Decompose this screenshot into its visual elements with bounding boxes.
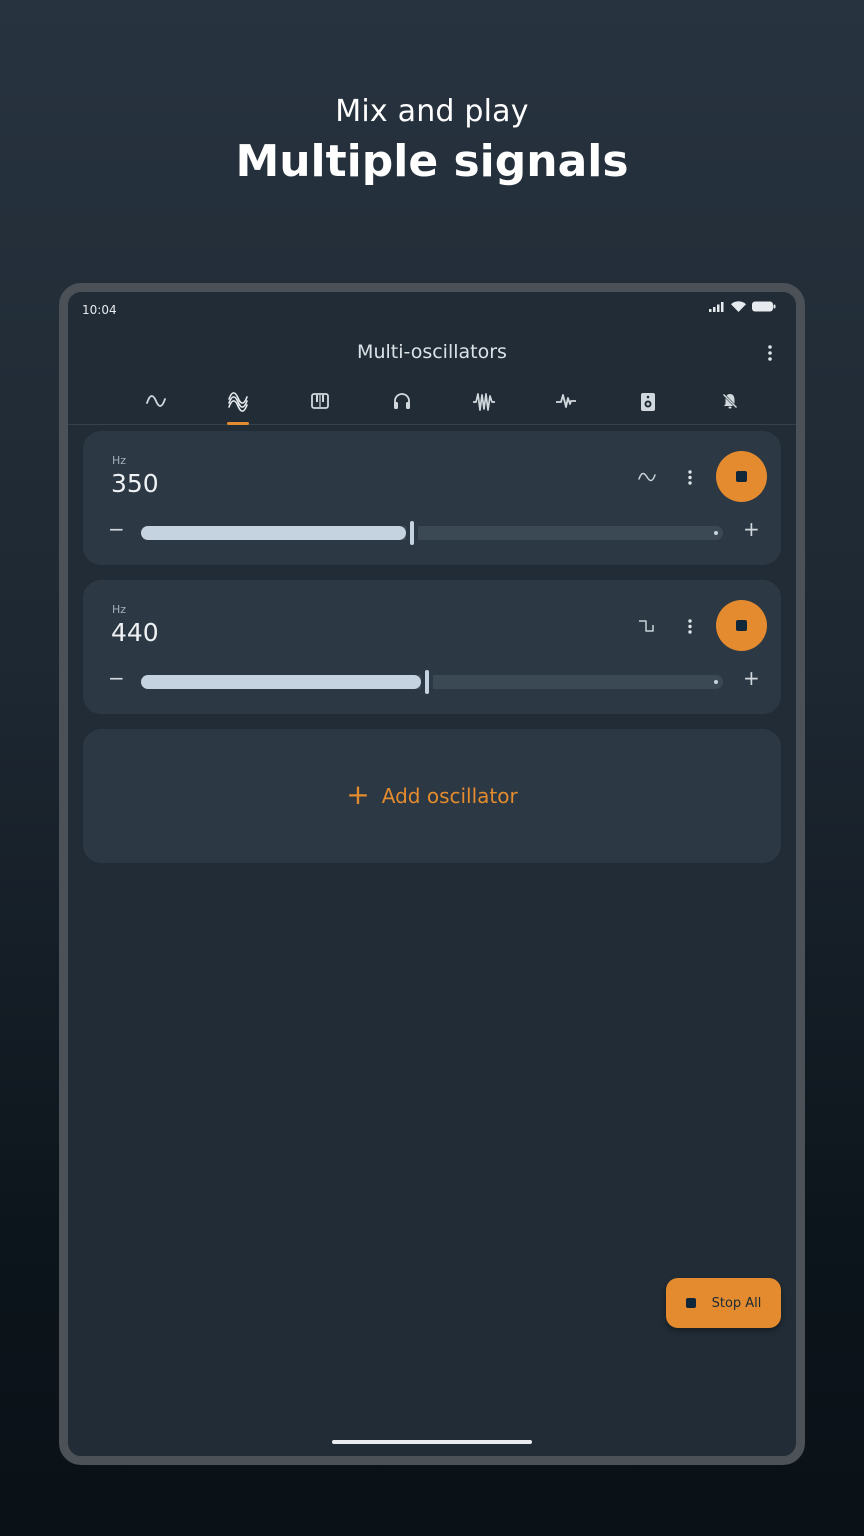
- oscillator-card: Hz 350 − +: [83, 431, 781, 565]
- tab-multi-oscillator[interactable]: [218, 382, 258, 425]
- tab-piano[interactable]: [300, 382, 340, 424]
- oscillator-card: Hz 440 − +: [83, 580, 781, 714]
- tab-speaker[interactable]: [628, 382, 668, 424]
- stop-icon: [736, 471, 747, 482]
- slider-thumb[interactable]: [410, 521, 414, 545]
- decrease-frequency-button[interactable]: −: [108, 668, 125, 688]
- stop-oscillator-button[interactable]: [716, 451, 767, 502]
- multi-oscillator-icon: [228, 392, 248, 412]
- unit-label: Hz: [112, 454, 127, 467]
- home-indicator[interactable]: [332, 1440, 532, 1444]
- tab-mute[interactable]: [710, 382, 750, 424]
- decrease-frequency-button[interactable]: −: [108, 519, 125, 539]
- battery-icon: [752, 301, 776, 312]
- unit-label: Hz: [112, 603, 127, 616]
- promo-subtitle: Mix and play: [335, 94, 529, 129]
- headphones-icon: [394, 393, 410, 409]
- oscillator-menu-button[interactable]: [681, 465, 699, 489]
- stop-all-label: Stop All: [711, 1295, 762, 1311]
- stop-icon: [685, 1298, 696, 1308]
- add-oscillator-button[interactable]: + Add oscillator: [83, 729, 781, 863]
- increase-frequency-button[interactable]: +: [743, 668, 760, 688]
- more-vert-icon: [688, 618, 692, 634]
- oscillator-menu-button[interactable]: [681, 614, 699, 638]
- tab-sweep[interactable]: [546, 382, 586, 424]
- increase-frequency-button[interactable]: +: [743, 519, 760, 539]
- app-bar: Multi-oscillators: [68, 326, 796, 376]
- signal-icon: [709, 301, 724, 312]
- stop-all-button[interactable]: Stop All: [666, 1278, 781, 1328]
- waveform-button[interactable]: [633, 463, 661, 491]
- mute-bell-icon: [722, 393, 738, 409]
- more-vert-icon: [688, 469, 692, 485]
- promo-title: Multiple signals: [235, 136, 629, 187]
- square-wave-icon: [639, 620, 654, 632]
- stop-oscillator-button[interactable]: [716, 600, 767, 651]
- waveform-button[interactable]: [633, 612, 661, 640]
- stop-icon: [736, 620, 747, 631]
- sine-wave-icon: [638, 472, 656, 482]
- noise-icon: [473, 393, 495, 411]
- app-title: Multi-oscillators: [357, 341, 507, 363]
- more-vert-icon[interactable]: [760, 342, 780, 364]
- tab-sine[interactable]: [136, 382, 176, 424]
- slider-thumb[interactable]: [425, 670, 429, 694]
- add-icon: +: [346, 778, 370, 811]
- status-bar: 10:04: [68, 292, 796, 320]
- add-oscillator-label: Add oscillator: [381, 784, 518, 808]
- sweep-icon: [556, 394, 576, 408]
- tab-bar: [68, 382, 796, 425]
- frequency-value[interactable]: 440: [111, 618, 159, 647]
- speaker-icon: [641, 393, 655, 411]
- piano-icon: [311, 393, 329, 409]
- wifi-icon: [731, 301, 746, 312]
- tablet-frame: 10:04 Multi-oscillators Hz 350 − + Hz 44…: [59, 283, 805, 1465]
- sine-wave-icon: [146, 395, 166, 407]
- frequency-slider[interactable]: [141, 670, 723, 694]
- frequency-value[interactable]: 350: [111, 469, 159, 498]
- frequency-slider[interactable]: [141, 521, 723, 545]
- status-time: 10:04: [82, 303, 117, 317]
- tab-noise[interactable]: [464, 382, 504, 424]
- tab-headphones[interactable]: [382, 382, 422, 424]
